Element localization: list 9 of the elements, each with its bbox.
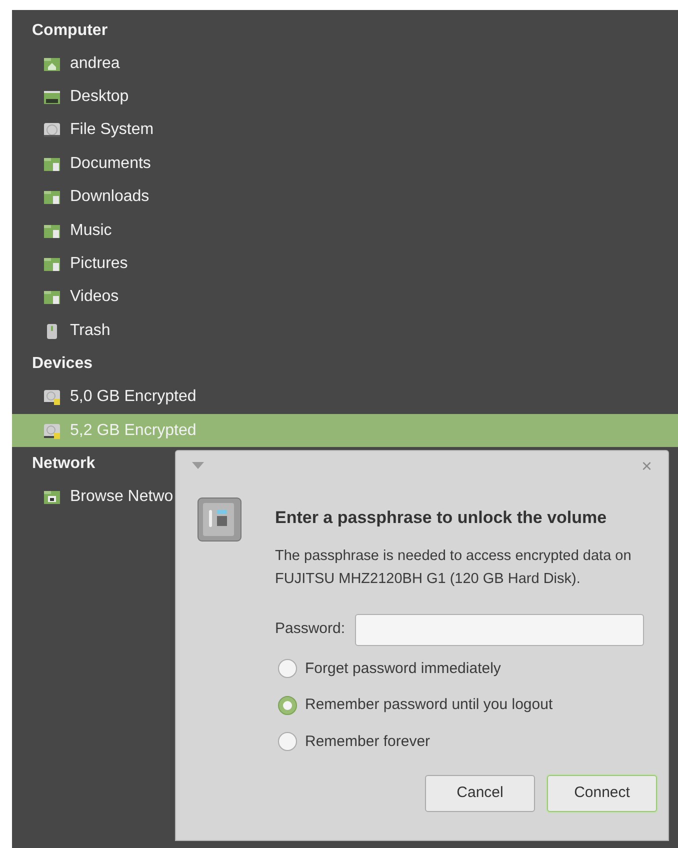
radio-label: Forget password immediately xyxy=(305,658,501,678)
section-heading: Computer xyxy=(32,20,108,40)
section-heading: Network xyxy=(32,454,96,474)
dialog-heading: Enter a passphrase to unlock the volume xyxy=(275,507,608,529)
radio-label: Remember forever xyxy=(305,732,430,752)
dialog-message: The passphrase is needed to access encrypted data on FUJITSU MHZ2120BH G1 (120 GB Hard Disk). xyxy=(275,546,632,588)
radio-label: Remember password until you logout xyxy=(305,695,553,715)
password-label: Password: xyxy=(275,619,346,640)
section-heading: Devices xyxy=(32,354,92,374)
